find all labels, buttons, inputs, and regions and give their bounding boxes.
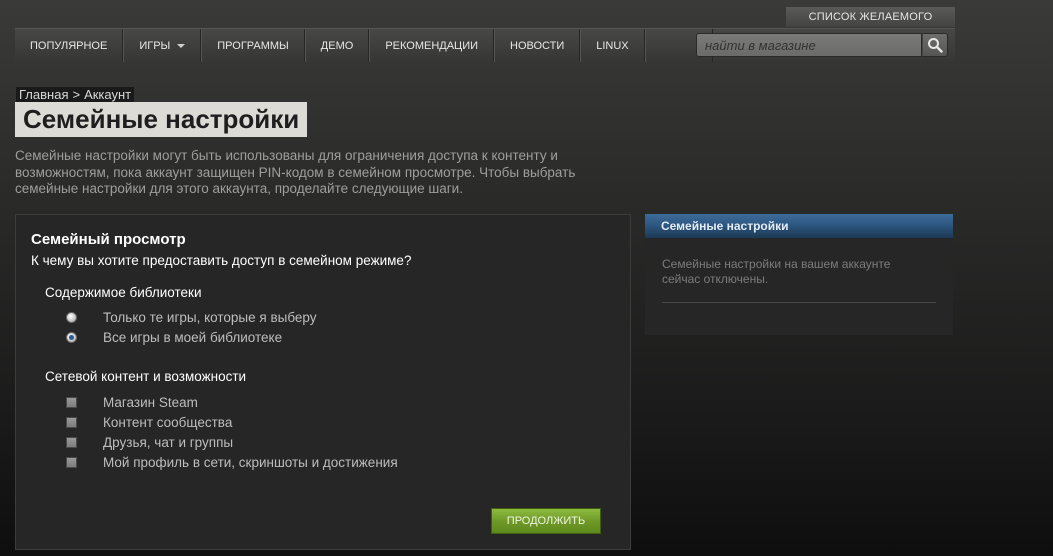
nav-games[interactable]: ИГРЫ — [123, 29, 202, 62]
nav-linux-label: LINUX — [596, 39, 629, 52]
family-settings-sidebar: Семейные настройки Семейные настройки на… — [645, 214, 953, 335]
intro-text: Семейные настройки могут быть использова… — [15, 148, 576, 196]
library-content-title: Содержимое библиотеки — [45, 285, 202, 300]
page-title: Семейные настройки — [15, 102, 308, 137]
radio-button-checked[interactable] — [66, 331, 77, 343]
nav-popular[interactable]: ПОПУЛЯРНОЕ — [15, 29, 124, 62]
breadcrumb-home-link[interactable]: Главная — [19, 87, 68, 102]
nav-news[interactable]: НОВОСТИ — [494, 29, 581, 62]
checkbox[interactable] — [66, 436, 77, 448]
sidebar-title: Семейные настройки — [645, 214, 953, 238]
checkbox-label: Мой профиль в сети, скриншоты и достижен… — [103, 454, 398, 470]
radio-label: Все игры в моей библиотеке — [103, 329, 283, 345]
nav-linux[interactable]: LINUX — [580, 29, 645, 62]
checkbox-option-profile[interactable]: Мой профиль в сети, скриншоты и достижен… — [66, 453, 398, 471]
continue-button[interactable]: ПРОДОЛЖИТЬ — [491, 508, 601, 534]
nav-news-label: НОВОСТИ — [510, 39, 565, 52]
nav-software[interactable]: ПРОГРАММЫ — [201, 29, 305, 62]
nav-recommendations-label: РЕКОМЕНДАЦИИ — [385, 39, 479, 52]
sidebar-divider — [662, 302, 936, 303]
breadcrumb-account-link[interactable]: Аккаунт — [84, 87, 131, 102]
breadcrumb: Главная > Аккаунт — [16, 87, 135, 102]
family-view-title: Семейный просмотр — [31, 231, 186, 248]
nav-demos-label: ДЕМО — [320, 39, 354, 52]
checkbox[interactable] — [66, 396, 77, 408]
nav-recommendations[interactable]: РЕКОМЕНДАЦИИ — [369, 29, 495, 62]
radio-option-selected-games[interactable]: Только те игры, которые я выберу — [66, 308, 317, 326]
checkbox-label: Магазин Steam — [103, 394, 198, 410]
online-content-title: Сетевой контент и возможности — [45, 369, 247, 384]
family-view-panel: Семейный просмотр К чему вы хотите предо… — [15, 214, 631, 550]
checkbox-label: Друзья, чат и группы — [103, 434, 234, 450]
nav-popular-label: ПОПУЛЯРНОЕ — [30, 39, 108, 52]
radio-button[interactable] — [66, 311, 77, 323]
nav-software-label: ПРОГРАММЫ — [217, 39, 289, 52]
checkbox[interactable] — [66, 456, 77, 468]
checkbox-option-friends-chat[interactable]: Друзья, чат и группы — [66, 433, 233, 451]
checkbox[interactable] — [66, 416, 77, 428]
search-button[interactable] — [922, 33, 948, 57]
sidebar-status-text: Семейные настройки на вашем аккаунте сей… — [662, 257, 891, 286]
checkbox-option-steam-store[interactable]: Магазин Steam — [66, 393, 198, 411]
store-search — [696, 32, 950, 58]
checkbox-option-community-content[interactable]: Контент сообщества — [66, 413, 232, 431]
wishlist-button[interactable]: СПИСОК ЖЕЛАЕМОГО — [786, 7, 955, 27]
radio-label: Только те игры, которые я выберу — [103, 309, 317, 325]
breadcrumb-separator: > — [72, 87, 81, 102]
search-icon — [928, 38, 943, 53]
search-input[interactable] — [696, 33, 922, 57]
nav-games-label: ИГРЫ — [139, 39, 171, 52]
checkbox-label: Контент сообщества — [103, 414, 233, 430]
family-view-question: К чему вы хотите предоставить доступ в с… — [31, 253, 412, 268]
radio-option-all-games[interactable]: Все игры в моей библиотеке — [66, 328, 282, 346]
chevron-down-icon — [177, 43, 186, 48]
nav-demos[interactable]: ДЕМО — [304, 29, 370, 62]
